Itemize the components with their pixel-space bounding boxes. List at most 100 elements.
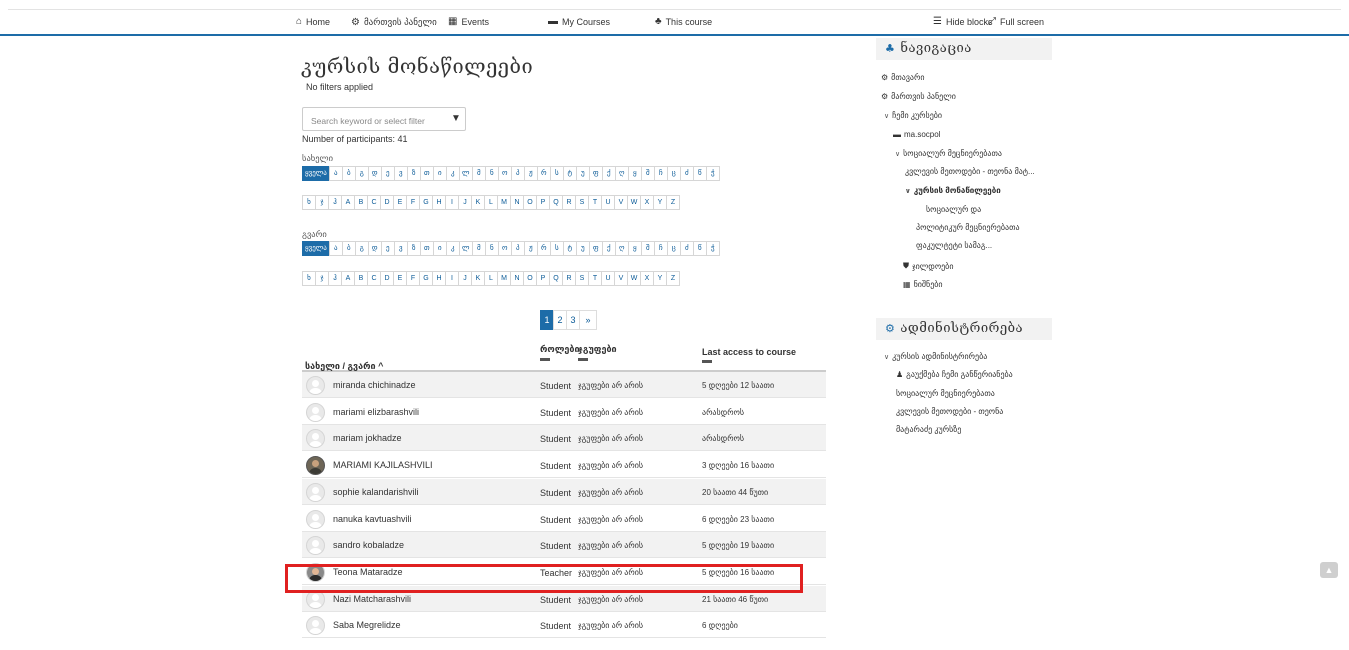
participant-name-link[interactable]: Nazi Matcharashvili	[333, 594, 411, 604]
firstname-filter-letter[interactable]: ო	[497, 166, 512, 181]
nav-link-section[interactable]: ∨ სოციალურ მეცნიერებათა	[895, 149, 1002, 158]
nav-link-my-courses[interactable]: ∨ ჩემი კურსები	[884, 111, 942, 120]
lastname-filter-letter[interactable]: ჩ	[653, 241, 668, 256]
lastname-filter-letter[interactable]: ბ	[341, 241, 356, 256]
lastname-filter-letter[interactable]: ზ	[406, 241, 421, 256]
lastname-filter-letter[interactable]: M	[497, 271, 511, 286]
firstname-filter-letter[interactable]: N	[510, 195, 524, 210]
avatar[interactable]	[306, 482, 325, 502]
firstname-filter-letter[interactable]: L	[484, 195, 498, 210]
lastname-filter-letter[interactable]: Q	[549, 271, 563, 286]
lastname-filter-letter[interactable]: ნ	[484, 241, 499, 256]
lastname-filter-letter[interactable]: ფ	[588, 241, 603, 256]
admin-unenrol-cont1[interactable]: სოციალურ მეცნიერებათა	[896, 389, 995, 398]
firstname-filter-letter[interactable]: ძ	[679, 166, 694, 181]
firstname-filter-letter[interactable]: F	[406, 195, 420, 210]
lastname-filter-letter[interactable]: I	[445, 271, 459, 286]
participant-name-link[interactable]: sophie kalandarishvili	[333, 487, 419, 497]
lastname-filter-letter[interactable]: ჟ	[523, 241, 538, 256]
firstname-filter-letter[interactable]: ჭ	[705, 166, 720, 181]
lastname-filter-letter[interactable]: U	[601, 271, 615, 286]
firstname-filter-letter[interactable]: W	[627, 195, 641, 210]
nav-link-dashboard[interactable]: ⚙ მართვის პანელი	[881, 92, 956, 101]
pager-page[interactable]: 2	[553, 310, 567, 330]
firstname-filter-letter[interactable]: დ	[367, 166, 382, 181]
lastname-filter-letter[interactable]: ძ	[679, 241, 694, 256]
firstname-filter-letter[interactable]: უ	[575, 166, 590, 181]
firstname-filter-letter[interactable]: ჟ	[523, 166, 538, 181]
firstname-filter-letter[interactable]: P	[536, 195, 550, 210]
avatar[interactable]	[306, 456, 325, 476]
nav-link-participants[interactable]: ∨ კურსის მონაწილეები	[905, 186, 1001, 195]
lastname-filter-letter[interactable]: გ	[354, 241, 369, 256]
pager-page[interactable]: 3	[566, 310, 580, 330]
participant-role[interactable]: Student	[540, 621, 571, 631]
lastname-filter-letter[interactable]: T	[588, 271, 602, 286]
firstname-filter-letter[interactable]: ი	[432, 166, 447, 181]
firstname-filter-letter[interactable]: ნ	[484, 166, 499, 181]
firstname-filter-letter[interactable]: წ	[692, 166, 707, 181]
firstname-filter-letter[interactable]: ც	[666, 166, 681, 181]
firstname-filter-letter[interactable]: M	[497, 195, 511, 210]
participant-name-link[interactable]: mariami elizbarashvili	[333, 407, 419, 417]
lastname-filter-letter[interactable]: უ	[575, 241, 590, 256]
avatar[interactable]	[306, 536, 325, 556]
lastname-filter-letter[interactable]: A	[341, 271, 355, 286]
header-name[interactable]: სახელი / გვარი ^	[305, 361, 383, 372]
firstname-filter-letter[interactable]: U	[601, 195, 615, 210]
search-filter-input[interactable]: Search keyword or select filter ▼	[302, 107, 466, 131]
lastname-filter-letter[interactable]: B	[354, 271, 368, 286]
nav-link-faculty-cont[interactable]: პოლიტიკურ მეცნიერებათა	[916, 223, 1020, 232]
lastname-filter-letter[interactable]: N	[510, 271, 524, 286]
firstname-filter-letter[interactable]: ლ	[458, 166, 473, 181]
firstname-filter-letter[interactable]: პ	[510, 166, 525, 181]
firstname-filter-letter[interactable]: ჩ	[653, 166, 668, 181]
header-groups-collapse-icon[interactable]	[578, 358, 588, 361]
firstname-filter-letter[interactable]: E	[393, 195, 407, 210]
lastname-filter-letter[interactable]: G	[419, 271, 433, 286]
lastname-filter-letter[interactable]: ჯ	[315, 271, 329, 286]
nav-my-courses[interactable]: ▬ My Courses	[548, 17, 610, 28]
firstname-filter-all[interactable]: ყველა	[302, 166, 330, 181]
lastname-filter-letter[interactable]: ღ	[614, 241, 629, 256]
firstname-filter-letter[interactable]: G	[419, 195, 433, 210]
lastname-filter-letter[interactable]: L	[484, 271, 498, 286]
firstname-filter-letter[interactable]: რ	[536, 166, 551, 181]
firstname-filter-letter[interactable]: X	[640, 195, 654, 210]
full-screen-button[interactable]: ⤢ Full screen	[988, 17, 1044, 28]
lastname-filter-letter[interactable]: R	[562, 271, 576, 286]
nav-events[interactable]: ▦ Events	[448, 17, 489, 28]
firstname-filter-letter[interactable]: მ	[471, 166, 486, 181]
lastname-filter-letter[interactable]: შ	[640, 241, 655, 256]
header-groups[interactable]: ჯგუფები	[578, 344, 617, 361]
nav-link-section-cont[interactable]: კვლევის მეთოდები - თეონა მატ...	[905, 167, 1035, 176]
lastname-filter-letter[interactable]: K	[471, 271, 485, 286]
admin-unenrol-cont3[interactable]: მატარაძე კურსზე	[896, 425, 961, 434]
nav-dashboard[interactable]: ⚙ მართვის პანელი	[351, 17, 437, 28]
nav-link-faculty-cont2[interactable]: ფაკულტეტი სამაგ...	[916, 241, 992, 250]
lastname-filter-letter[interactable]: ა	[328, 241, 343, 256]
lastname-filter-letter[interactable]: X	[640, 271, 654, 286]
participant-role[interactable]: Student	[540, 461, 571, 471]
firstname-filter-letter[interactable]: ბ	[341, 166, 356, 181]
lastname-filter-letter[interactable]: ვ	[393, 241, 408, 256]
lastname-filter-letter[interactable]: E	[393, 271, 407, 286]
lastname-filter-letter[interactable]: ს	[549, 241, 564, 256]
avatar[interactable]	[306, 376, 325, 395]
firstname-filter-letter[interactable]: B	[354, 195, 368, 210]
firstname-filter-letter[interactable]: Z	[666, 195, 680, 210]
firstname-filter-letter[interactable]: S	[575, 195, 589, 210]
lastname-filter-letter[interactable]: ე	[380, 241, 395, 256]
lastname-filter-letter[interactable]: Y	[653, 271, 667, 286]
firstname-filter-letter[interactable]: D	[380, 195, 394, 210]
lastname-filter-letter[interactable]: დ	[367, 241, 382, 256]
lastname-filter-letter[interactable]: C	[367, 271, 381, 286]
pager-next[interactable]: »	[579, 310, 597, 330]
nav-link-course[interactable]: ▬ ma.socpol	[893, 130, 940, 139]
lastname-filter-letter[interactable]: ჭ	[705, 241, 720, 256]
firstname-filter-letter[interactable]: ღ	[614, 166, 629, 181]
firstname-filter-letter[interactable]: შ	[640, 166, 655, 181]
participant-role[interactable]: Student	[540, 408, 571, 418]
participant-name-link[interactable]: MARIAMI KAJILASHVILI	[333, 460, 433, 470]
participant-role[interactable]: Student	[540, 541, 571, 551]
